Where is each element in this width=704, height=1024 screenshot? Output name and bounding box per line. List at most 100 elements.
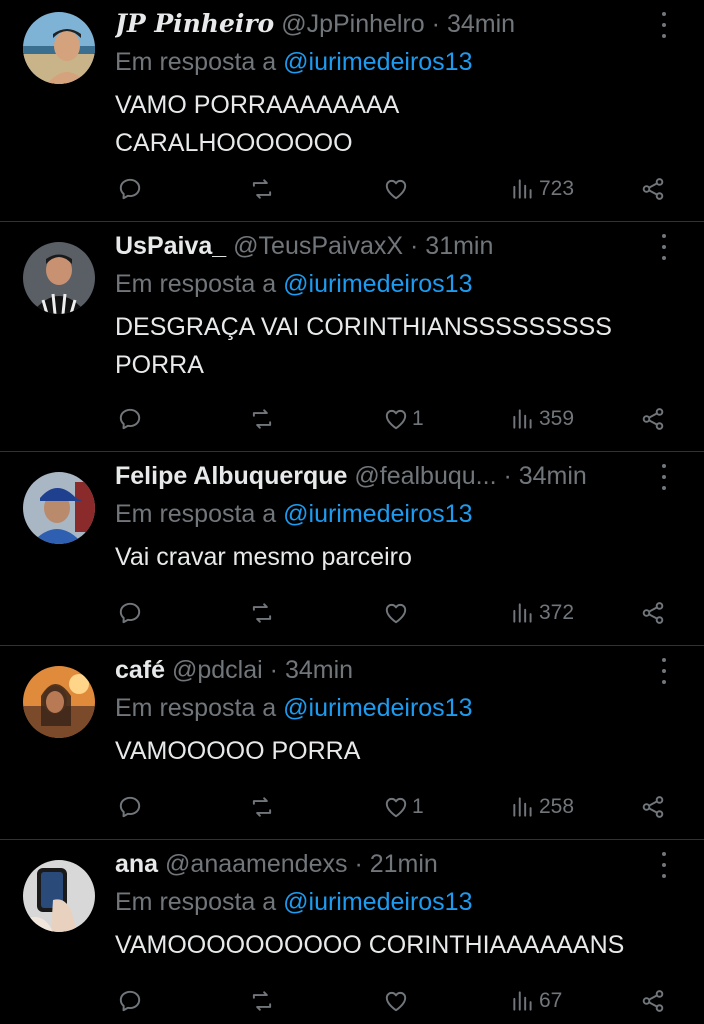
- tweet-header: UsPaiva_ @TeusPaivaxX · 31min: [115, 230, 644, 262]
- action-bar: 1 258: [0, 790, 704, 824]
- timestamp[interactable]: 31min: [425, 232, 493, 260]
- repost-icon: [249, 176, 275, 202]
- more-options-icon[interactable]: [652, 464, 676, 490]
- heart-icon: [383, 988, 409, 1014]
- action-bar: 67: [0, 984, 704, 1018]
- repost-button[interactable]: [249, 984, 275, 1018]
- user-handle[interactable]: @anaamendexs: [165, 850, 347, 878]
- repost-icon: [249, 406, 275, 432]
- reply-button[interactable]: [117, 596, 143, 630]
- display-name[interactable]: café: [115, 656, 165, 684]
- share-icon: [640, 406, 666, 432]
- user-handle[interactable]: @TeusPaivaxX: [233, 232, 403, 260]
- tweet-text: VAMO PORRAAAAAAAA CARALHOOOOOOO: [115, 91, 400, 157]
- views-chart-icon: [510, 406, 536, 432]
- views-chart-icon: [510, 600, 536, 626]
- action-bar: 1 359: [0, 402, 704, 436]
- share-button[interactable]: [640, 402, 666, 436]
- repost-button[interactable]: [249, 596, 275, 630]
- replying-to-label: Em resposta a: [115, 694, 277, 722]
- replying-to: Em resposta a @iurimedeiros13: [115, 46, 472, 78]
- reply-icon: [117, 988, 143, 1014]
- more-options-icon[interactable]: [652, 234, 676, 260]
- separator: ·: [503, 462, 512, 490]
- reply-tweet[interactable]: café @pdclai · 34min Em resposta a @iuri…: [0, 646, 704, 840]
- repost-button[interactable]: [249, 790, 275, 824]
- views-button[interactable]: 723: [510, 172, 574, 206]
- heart-icon: [383, 794, 409, 820]
- timestamp[interactable]: 34min: [519, 462, 587, 490]
- reply-button[interactable]: [117, 984, 143, 1018]
- view-count: 723: [539, 177, 575, 200]
- reply-tweet[interactable]: UsPaiva_ @TeusPaivaxX · 31min Em respost…: [0, 222, 704, 452]
- like-count: 1: [412, 795, 424, 818]
- share-button[interactable]: [640, 984, 666, 1018]
- replies-feed: JP Pinheiro @JpPinhelro · 34min Em respo…: [0, 0, 704, 1024]
- heart-icon: [383, 600, 409, 626]
- like-button[interactable]: [383, 596, 412, 630]
- share-button[interactable]: [640, 596, 666, 630]
- like-button[interactable]: 1: [383, 790, 424, 824]
- reply-icon: [117, 794, 143, 820]
- heart-icon: [383, 176, 409, 202]
- display-name[interactable]: ana: [115, 850, 158, 878]
- view-count: 258: [539, 795, 575, 818]
- share-icon: [640, 600, 666, 626]
- like-button[interactable]: [383, 984, 412, 1018]
- reply-tweet[interactable]: JP Pinheiro @JpPinhelro · 34min Em respo…: [0, 0, 704, 222]
- avatar[interactable]: [23, 12, 95, 84]
- mention-link[interactable]: @iurimedeiros13: [283, 694, 472, 722]
- reply-button[interactable]: [117, 172, 143, 206]
- avatar[interactable]: [23, 666, 95, 738]
- avatar[interactable]: [23, 242, 95, 314]
- mention-link[interactable]: @iurimedeiros13: [283, 500, 472, 528]
- timestamp[interactable]: 34min: [285, 656, 353, 684]
- repost-icon: [249, 988, 275, 1014]
- more-options-icon[interactable]: [652, 658, 676, 684]
- reply-tweet[interactable]: Felipe Albuquerque @fealbuqu... · 34min …: [0, 452, 704, 646]
- timestamp[interactable]: 21min: [370, 850, 438, 878]
- avatar[interactable]: [23, 860, 95, 932]
- share-button[interactable]: [640, 172, 666, 206]
- user-handle[interactable]: @pdclai: [172, 656, 263, 684]
- reply-button[interactable]: [117, 402, 143, 436]
- display-name[interactable]: Felipe Albuquerque: [115, 462, 347, 490]
- repost-icon: [249, 794, 275, 820]
- mention-link[interactable]: @iurimedeiros13: [283, 270, 472, 298]
- reply-button[interactable]: [117, 790, 143, 824]
- more-options-icon[interactable]: [652, 852, 676, 878]
- tweet-text: VAMOOOOOOOOOO CORINTHIAAAAAANS: [115, 931, 625, 959]
- user-handle[interactable]: @JpPinhelro: [281, 10, 425, 38]
- repost-button[interactable]: [249, 402, 275, 436]
- reply-tweet[interactable]: ana @anaamendexs · 21min Em resposta a @…: [0, 840, 704, 1024]
- timestamp[interactable]: 34min: [447, 10, 515, 38]
- avatar[interactable]: [23, 472, 95, 544]
- views-button[interactable]: 258: [510, 790, 574, 824]
- separator: ·: [410, 232, 419, 260]
- like-button[interactable]: [383, 172, 412, 206]
- reply-icon: [117, 176, 143, 202]
- views-button[interactable]: 67: [510, 984, 562, 1018]
- display-name[interactable]: UsPaiva_: [115, 232, 226, 260]
- share-icon: [640, 794, 666, 820]
- share-button[interactable]: [640, 790, 666, 824]
- tweet-header: ana @anaamendexs · 21min: [115, 848, 644, 880]
- like-button[interactable]: 1: [383, 402, 424, 436]
- views-button[interactable]: 359: [510, 402, 574, 436]
- view-count: 359: [539, 407, 575, 430]
- tweet-header: café @pdclai · 34min: [115, 654, 644, 686]
- user-handle[interactable]: @fealbuqu...: [354, 462, 496, 490]
- mention-link[interactable]: @iurimedeiros13: [283, 48, 472, 76]
- repost-button[interactable]: [249, 172, 275, 206]
- replying-to: Em resposta a @iurimedeiros13: [115, 498, 472, 530]
- views-button[interactable]: 372: [510, 596, 574, 630]
- mention-link[interactable]: @iurimedeiros13: [283, 888, 472, 916]
- display-name[interactable]: JP Pinheiro: [115, 9, 274, 38]
- tweet-text: Vai cravar mesmo parceiro: [115, 543, 412, 571]
- replying-to-label: Em resposta a: [115, 888, 277, 916]
- separator: ·: [431, 10, 440, 38]
- replying-to-label: Em resposta a: [115, 270, 277, 298]
- action-bar: 723: [0, 172, 704, 206]
- more-options-icon[interactable]: [652, 12, 676, 38]
- replying-to: Em resposta a @iurimedeiros13: [115, 692, 472, 724]
